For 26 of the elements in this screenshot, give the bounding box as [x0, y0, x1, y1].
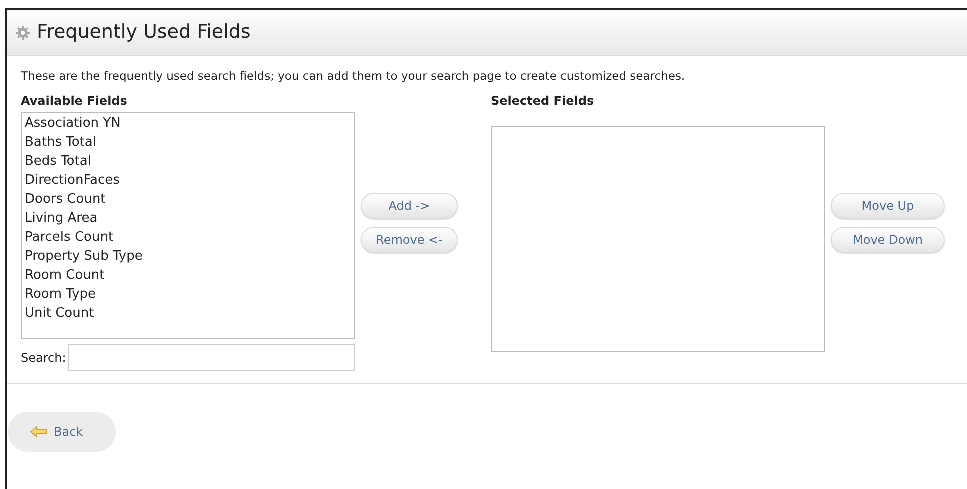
page-title: Frequently Used Fields	[37, 20, 251, 46]
available-fields-list[interactable]: Association YN Baths Total Beds Total DirectionFaces Doors Count Living Area Parcels Count Property Sub Type Room Count Room Type Unit Count	[21, 112, 355, 339]
description-text: These are the frequently used search fields; you can add them to your search page to create customized searches.	[21, 68, 686, 84]
field-option[interactable]: Room Type	[25, 285, 96, 304]
field-option[interactable]: Doors Count	[25, 190, 106, 209]
search-label: Search:	[21, 350, 66, 366]
field-option[interactable]: Room Count	[25, 266, 105, 285]
order-button[interactable]: Move Up	[831, 193, 945, 219]
selected-fields-label: Selected Fields	[491, 93, 596, 109]
back-button[interactable]: Back	[8, 412, 116, 452]
field-option[interactable]: Unit Count	[25, 304, 94, 323]
field-option[interactable]: Parcels Count	[25, 228, 114, 247]
field-option[interactable]: Association YN	[25, 114, 121, 133]
left-arrow-icon	[30, 426, 48, 438]
field-option[interactable]: Living Area	[25, 209, 98, 228]
order-button[interactable]: Move Down	[831, 227, 945, 253]
field-option[interactable]: Property Sub Type	[25, 247, 143, 266]
search-field[interactable]	[68, 344, 355, 371]
field-option[interactable]: Baths Total	[25, 133, 96, 152]
selected-fields-list[interactable]	[491, 126, 825, 352]
field-option[interactable]: DirectionFaces	[25, 171, 120, 190]
field-option[interactable]: Beds Total	[25, 152, 92, 171]
gear-icon	[15, 24, 31, 40]
transfer-button[interactable]: Add ->	[361, 193, 458, 219]
transfer-button[interactable]: Remove <-	[361, 227, 458, 253]
available-fields-label: Available Fields	[21, 93, 128, 109]
